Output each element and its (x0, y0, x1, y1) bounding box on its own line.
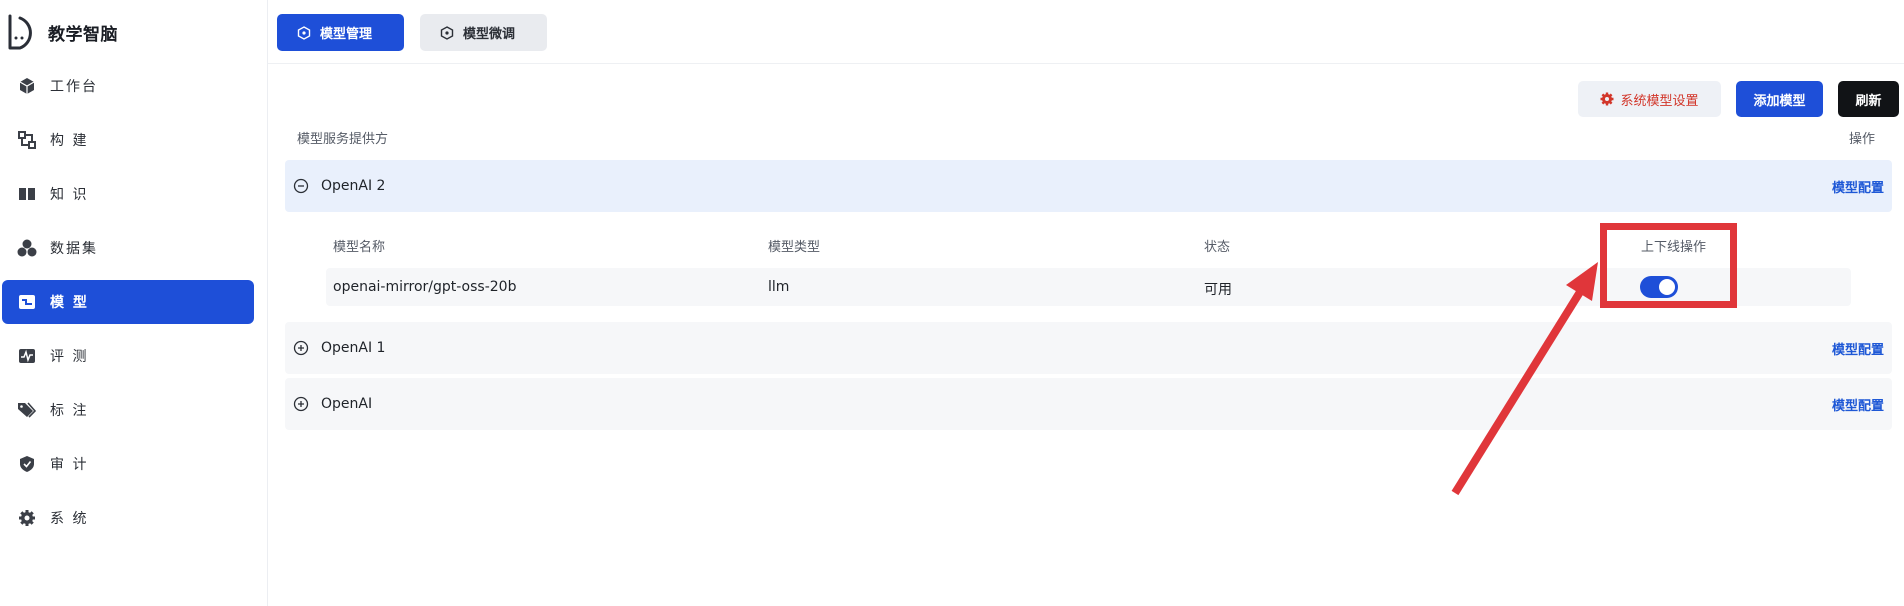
pulse-icon (16, 345, 38, 367)
sidebar-item-label: 审 计 (50, 457, 89, 473)
sidebar-item-label: 知 识 (50, 187, 89, 203)
sidebar-item-audit[interactable]: 审 计 (2, 442, 254, 486)
sidebar-item-model[interactable]: 模 型 (2, 280, 254, 324)
sidebar-item-evaluation[interactable]: 评 测 (2, 334, 254, 378)
sidebar-item-label: 构 建 (50, 133, 89, 149)
provider-row-openai-2[interactable]: OpenAI 2 模型配置 (285, 160, 1892, 212)
provider-name: OpenAI 2 (321, 178, 386, 194)
expand-plus-icon[interactable] (293, 340, 309, 356)
sidebar-item-label: 模 型 (50, 295, 89, 311)
sidebar-item-workbench[interactable]: 工作台 (2, 64, 254, 108)
model-config-link[interactable]: 模型配置 (1832, 395, 1884, 414)
model-status-cell: 可用 (1204, 282, 1232, 298)
button-label: 系统模型设置 (1620, 93, 1699, 109)
build-icon (16, 129, 38, 151)
gear-icon (1600, 92, 1614, 106)
model-icon (16, 291, 38, 313)
sidebar-item-label: 评 测 (50, 349, 89, 365)
cube-icon (16, 75, 38, 97)
sidebar-item-label: 工作台 (50, 79, 98, 95)
hexagon-icon (440, 25, 454, 40)
tab-model-management[interactable]: 模型管理 (277, 14, 404, 51)
sidebar-item-knowledge[interactable]: 知 识 (2, 172, 254, 216)
sidebar-item-label: 系 统 (50, 511, 89, 527)
app-logo: 教学智脑 (0, 12, 118, 52)
hexagon-icon (297, 25, 311, 40)
tab-label: 模型微调 (463, 27, 516, 42)
collapse-minus-icon[interactable] (293, 178, 309, 194)
refresh-button[interactable]: 刷新 (1838, 81, 1899, 117)
model-name-header: 模型名称 (333, 240, 386, 255)
dataset-icon (16, 237, 38, 259)
system-model-settings-button[interactable]: 系统模型设置 (1578, 81, 1721, 117)
sidebar-item-dataset[interactable]: 数据集 (2, 226, 254, 270)
provider-column-header: 模型服务提供方 (297, 132, 389, 147)
sidebar-item-label: 标 注 (50, 403, 89, 419)
model-config-link[interactable]: 模型配置 (1832, 339, 1884, 358)
top-tabs-bar: 模型管理 模型微调 (268, 0, 1904, 64)
gear-icon (16, 507, 38, 529)
provider-name: OpenAI (321, 396, 373, 412)
model-name-cell: openai-mirror/gpt-oss-20b (333, 279, 517, 295)
book-icon (16, 183, 38, 205)
tag-icon (16, 399, 38, 421)
tab-label: 模型管理 (320, 27, 373, 42)
sidebar-item-label: 数据集 (50, 241, 98, 257)
model-type-cell: llm (768, 279, 790, 295)
expand-plus-icon[interactable] (293, 396, 309, 412)
provider-name: OpenAI 1 (321, 340, 386, 356)
status-header: 状态 (1204, 240, 1231, 255)
logo-icon (8, 14, 32, 50)
sidebar-item-annotation[interactable]: 标 注 (2, 388, 254, 432)
sidebar-item-system[interactable]: 系 统 (2, 496, 254, 540)
add-model-button[interactable]: 添加模型 (1736, 81, 1823, 117)
model-type-header: 模型类型 (768, 240, 821, 255)
provider-row-openai[interactable]: OpenAI 模型配置 (285, 378, 1892, 430)
provider-row-openai-1[interactable]: OpenAI 1 模型配置 (285, 322, 1892, 374)
sidebar-item-build[interactable]: 构 建 (2, 118, 254, 162)
tab-model-finetune[interactable]: 模型微调 (420, 14, 547, 51)
operations-column-header: 操作 (1849, 132, 1876, 147)
app-title: 教学智脑 (48, 24, 118, 45)
sidebar: 教学智脑 工作台 构 建 知 识 数据集 模 型 评 测 标 注 审 计 系 统 (0, 0, 268, 606)
model-config-link[interactable]: 模型配置 (1832, 177, 1884, 196)
app-root: 教学智脑 工作台 构 建 知 识 数据集 模 型 评 测 标 注 审 计 系 统… (0, 0, 1904, 606)
annotation-highlight-box (1600, 223, 1737, 308)
shield-icon (16, 453, 38, 475)
sidebar-nav: 工作台 构 建 知 识 数据集 模 型 评 测 标 注 审 计 系 统 (0, 64, 268, 550)
